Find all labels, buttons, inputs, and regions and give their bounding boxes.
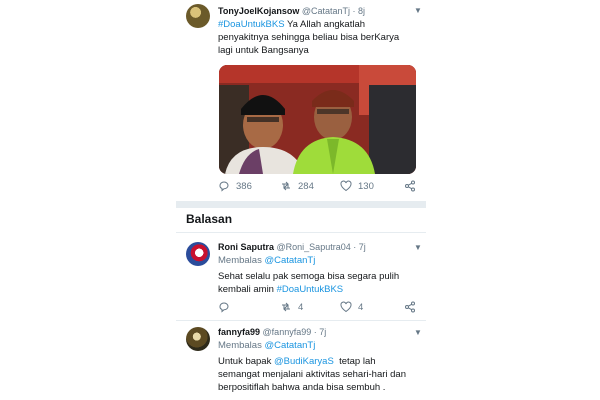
timestamp[interactable]: 8j [358, 6, 365, 16]
replying-to: Membalas @CatatanTj [218, 340, 316, 351]
reply-header: fannyfa99 @fannyfa99 · 7j [218, 327, 326, 337]
divider [176, 232, 426, 233]
chevron-down-icon[interactable]: ▼ [414, 6, 422, 15]
divider [176, 320, 426, 321]
author-handle[interactable]: @Roni_Saputra04 [277, 242, 351, 252]
retweet-icon [282, 302, 290, 312]
like-count: 4 [358, 301, 364, 313]
section-title: Balasan [186, 212, 233, 226]
tweet-header: TonyJoelKojansow @CatatanTj · 8j [218, 6, 365, 16]
separator: · [313, 327, 317, 337]
retweet-button[interactable]: 4 [280, 301, 303, 313]
timestamp[interactable]: 7j [359, 242, 366, 252]
heart-icon [340, 301, 352, 313]
retweet-icon [282, 181, 290, 191]
replying-to: Membalas @CatatanTj [218, 255, 316, 266]
mention-link[interactable]: @CatatanTj [264, 255, 315, 266]
like-button[interactable]: 130 [340, 180, 374, 192]
share-button[interactable] [404, 301, 416, 313]
heart-icon [340, 180, 352, 192]
avatar[interactable] [186, 242, 210, 266]
tweet-photo[interactable] [219, 65, 416, 174]
avatar[interactable] [186, 4, 210, 28]
mention-link[interactable]: @BudiKaryaS [274, 356, 334, 367]
tweet-text: #DoaUntukBKS Ya Allah angkatlah penyakit… [218, 19, 400, 56]
author-name[interactable]: fannyfa99 [218, 327, 260, 337]
timeline-column: TonyJoelKojansow @CatatanTj · 8j ▼ #DoaU… [176, 0, 426, 400]
reply-button[interactable]: 386 [218, 180, 252, 192]
author-handle[interactable]: @fannyfa99 [263, 327, 312, 337]
chevron-down-icon[interactable]: ▼ [414, 328, 422, 337]
hashtag-link[interactable]: #DoaUntukBKS [277, 284, 344, 295]
separator: · [353, 242, 357, 252]
chevron-down-icon[interactable]: ▼ [414, 243, 422, 252]
reply-count: 386 [236, 180, 252, 192]
section-divider [176, 201, 426, 208]
reply-icon [219, 181, 229, 192]
timestamp[interactable]: 7j [319, 327, 326, 337]
like-button[interactable]: 4 [340, 301, 363, 313]
like-count: 130 [358, 180, 374, 192]
reply-icon [219, 302, 229, 313]
reply-text: Sehat selalu pak semoga bisa segara puli… [218, 271, 400, 295]
share-icon [405, 301, 415, 313]
avatar[interactable] [186, 327, 210, 351]
tweet-actions: 386 284 130 [218, 180, 418, 194]
reply-text: Untuk bapak @BudiKaryaS tetap lah semang… [218, 356, 406, 393]
reply-header: Roni Saputra @Roni_Saputra04 · 7j [218, 242, 366, 252]
share-button[interactable] [404, 180, 416, 192]
author-name[interactable]: Roni Saputra [218, 242, 274, 252]
separator: · [352, 6, 356, 16]
hashtag-link[interactable]: #DoaUntukBKS [218, 19, 285, 30]
share-icon [405, 180, 415, 192]
reply-button[interactable] [218, 301, 230, 313]
retweet-button[interactable]: 284 [280, 180, 314, 192]
photo-image [219, 65, 416, 174]
retweet-count: 284 [298, 180, 314, 192]
reply-actions: 4 4 [218, 301, 418, 315]
author-handle[interactable]: @CatatanTj [302, 6, 350, 16]
retweet-count: 4 [298, 301, 304, 313]
mention-link[interactable]: @CatatanTj [264, 340, 315, 351]
author-name[interactable]: TonyJoelKojansow [218, 6, 299, 16]
